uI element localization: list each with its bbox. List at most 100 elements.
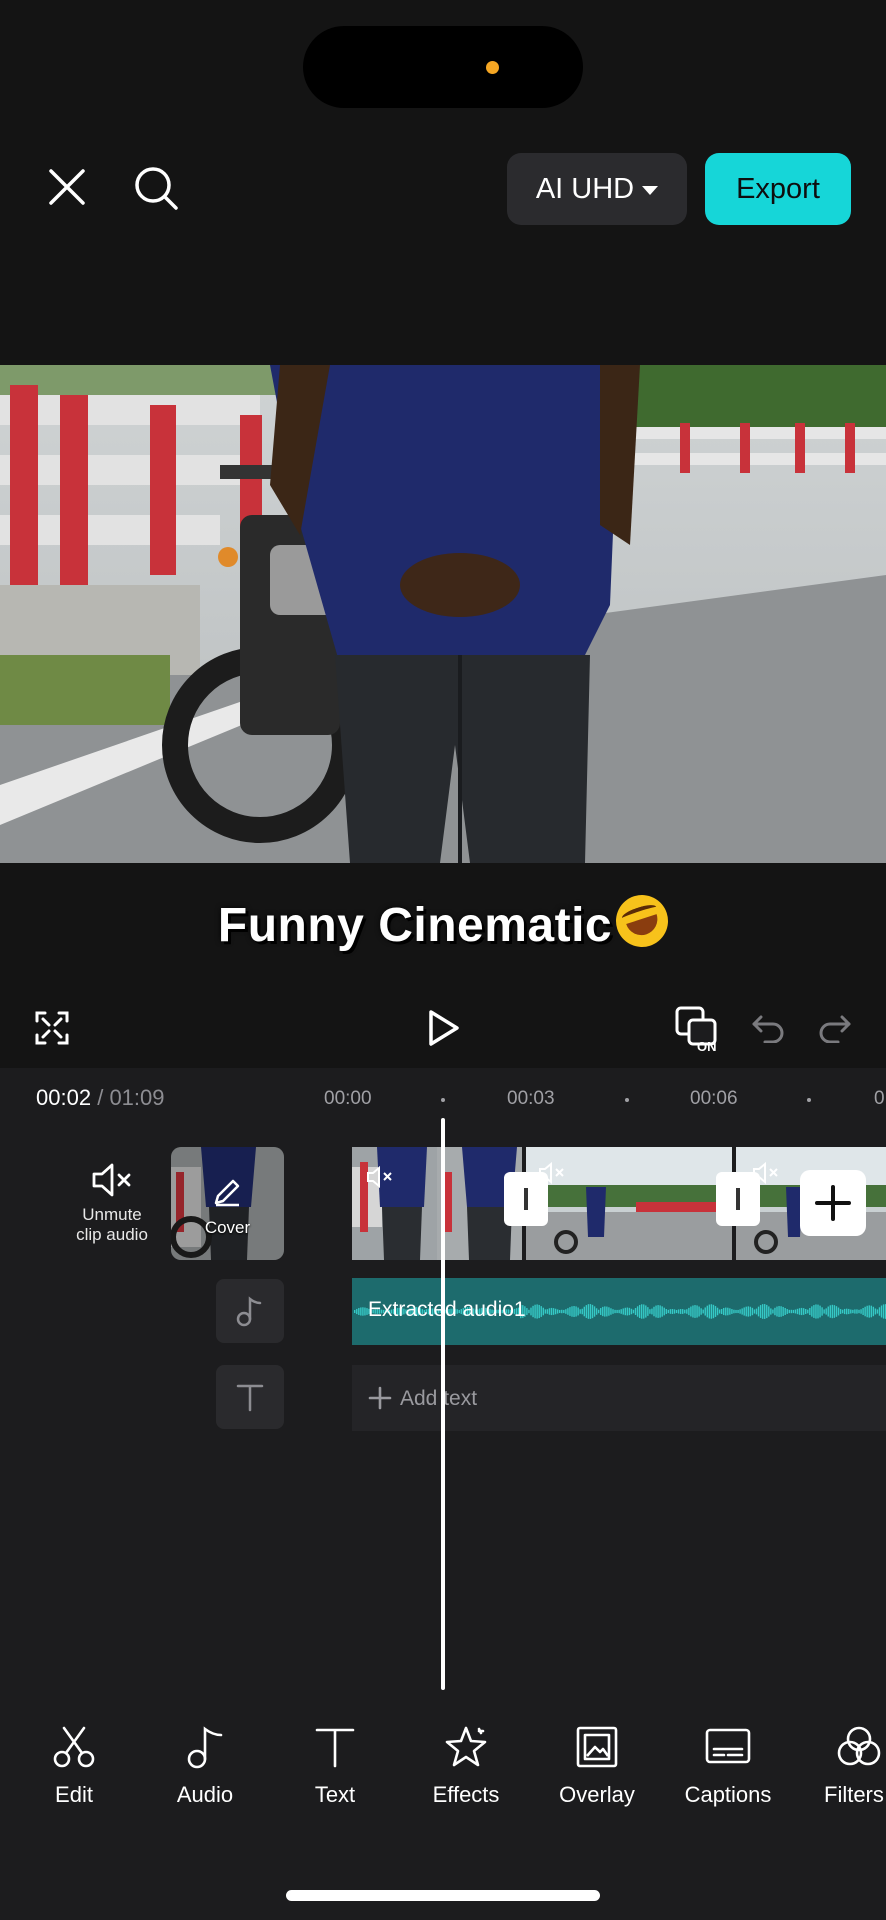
waveform-bar xyxy=(848,1308,850,1315)
waveform-bar xyxy=(593,1306,596,1317)
waveform-bar xyxy=(671,1309,674,1314)
waveform-bar xyxy=(647,1307,649,1316)
waveform-bar xyxy=(364,1307,366,1316)
waveform-bar xyxy=(833,1305,836,1318)
filters-icon xyxy=(837,1726,881,1766)
close-icon[interactable] xyxy=(44,164,90,210)
waveform-bar xyxy=(798,1308,801,1315)
waveform-bar xyxy=(774,1307,776,1316)
waveform-bar xyxy=(362,1307,364,1316)
waveform-bar xyxy=(700,1308,702,1315)
waveform-bar xyxy=(663,1307,665,1316)
tool-label: Audio xyxy=(176,1782,234,1807)
tool-effects[interactable]: Effects xyxy=(411,1725,521,1808)
waveform-bar xyxy=(815,1304,817,1319)
waveform-bar xyxy=(862,1308,864,1315)
waveform-bar xyxy=(792,1309,795,1314)
playhead[interactable] xyxy=(441,1118,445,1690)
waveform-bar xyxy=(565,1309,567,1314)
waveform-bar xyxy=(628,1307,631,1316)
waveform-bar xyxy=(612,1309,614,1314)
waveform-bar xyxy=(839,1309,842,1314)
waveform-bar xyxy=(778,1306,780,1317)
waveform-bar xyxy=(878,1307,881,1316)
redo-icon[interactable] xyxy=(817,1012,853,1044)
waveform-bar xyxy=(595,1308,598,1315)
search-icon[interactable] xyxy=(132,164,180,212)
waveform-bar xyxy=(723,1307,725,1316)
waveform-bar xyxy=(606,1306,608,1317)
waveform-bar xyxy=(718,1309,721,1314)
waveform-bar xyxy=(846,1308,848,1315)
export-button[interactable]: Export xyxy=(705,153,851,225)
waveform-bar xyxy=(696,1305,698,1318)
waveform-bar xyxy=(776,1306,778,1317)
waveform-bar xyxy=(679,1309,682,1314)
tool-edit[interactable]: Edit xyxy=(19,1725,129,1808)
add-text-label: Add text xyxy=(400,1387,478,1410)
audio-track-button[interactable] xyxy=(216,1279,284,1343)
play-icon[interactable] xyxy=(425,1008,463,1048)
tool-label: Captions xyxy=(684,1782,772,1807)
waveform-bar xyxy=(739,1309,741,1314)
waveform-bar xyxy=(829,1305,831,1318)
tool-label: Edit xyxy=(55,1782,93,1807)
waveform-bar xyxy=(858,1309,860,1314)
waveform-bar xyxy=(530,1307,532,1316)
waveform-bar xyxy=(843,1308,846,1315)
waveform-bar xyxy=(624,1307,626,1316)
keyframe-on-icon[interactable]: ON xyxy=(675,1005,725,1053)
waveform-bar xyxy=(620,1309,622,1314)
waveform-bar xyxy=(579,1309,581,1314)
waveform-bar xyxy=(536,1304,538,1319)
text-icon xyxy=(236,1384,264,1412)
tool-text[interactable]: Text xyxy=(280,1725,390,1808)
waveform-bar xyxy=(772,1309,774,1314)
waveform-bar xyxy=(526,1308,528,1315)
waveform-bar xyxy=(626,1307,629,1316)
unmute-clip-audio-button[interactable]: Unmute clip audio xyxy=(62,1160,162,1245)
waveform-bar xyxy=(749,1306,752,1317)
tool-captions[interactable]: Captions xyxy=(673,1725,783,1808)
waveform-bar xyxy=(561,1309,563,1314)
waveform-bar xyxy=(755,1308,758,1315)
waveform-bar xyxy=(587,1304,590,1319)
tool-audio[interactable]: Audio xyxy=(150,1725,260,1808)
text-track-button[interactable] xyxy=(216,1365,284,1429)
fullscreen-icon[interactable] xyxy=(34,1010,70,1046)
tool-filters[interactable]: Filters xyxy=(804,1725,886,1808)
waveform-bar xyxy=(745,1306,747,1317)
waveform-bar xyxy=(817,1304,819,1319)
tool-overlay[interactable]: Overlay xyxy=(542,1725,652,1808)
tool-label: Effects xyxy=(432,1782,500,1807)
waveform-bar xyxy=(682,1309,684,1314)
waveform-bar xyxy=(643,1304,645,1319)
waveform-bar xyxy=(766,1304,768,1319)
waveform-bar xyxy=(563,1309,565,1314)
waveform-bar xyxy=(657,1305,659,1318)
waveform-bar xyxy=(546,1309,549,1314)
video-preview[interactable] xyxy=(0,365,886,863)
captions-icon xyxy=(705,1728,751,1764)
waveform-bar xyxy=(819,1305,821,1318)
home-indicator[interactable] xyxy=(286,1890,600,1901)
quality-dropdown[interactable]: AI UHD xyxy=(507,153,687,225)
waveform-bar xyxy=(802,1308,805,1315)
undo-icon[interactable] xyxy=(750,1012,786,1044)
transition-button[interactable] xyxy=(504,1172,548,1226)
waveform-bar xyxy=(733,1309,735,1314)
waveform-bar xyxy=(540,1306,542,1317)
waveform-bar xyxy=(573,1306,575,1317)
waveform-bar xyxy=(866,1305,868,1318)
waveform-bar xyxy=(710,1304,713,1319)
add-clip-button[interactable] xyxy=(800,1170,866,1236)
waveform-bar xyxy=(780,1306,782,1317)
waveform-bar xyxy=(659,1305,661,1318)
waveform-bar xyxy=(759,1305,762,1318)
waveform-bar xyxy=(725,1307,727,1316)
transition-button[interactable] xyxy=(716,1172,760,1226)
waveform-bar xyxy=(768,1306,770,1317)
waveform-bar xyxy=(854,1309,856,1314)
caption-overlay[interactable]: Funny Cinematic xyxy=(0,888,886,954)
waveform-bar xyxy=(727,1307,729,1316)
